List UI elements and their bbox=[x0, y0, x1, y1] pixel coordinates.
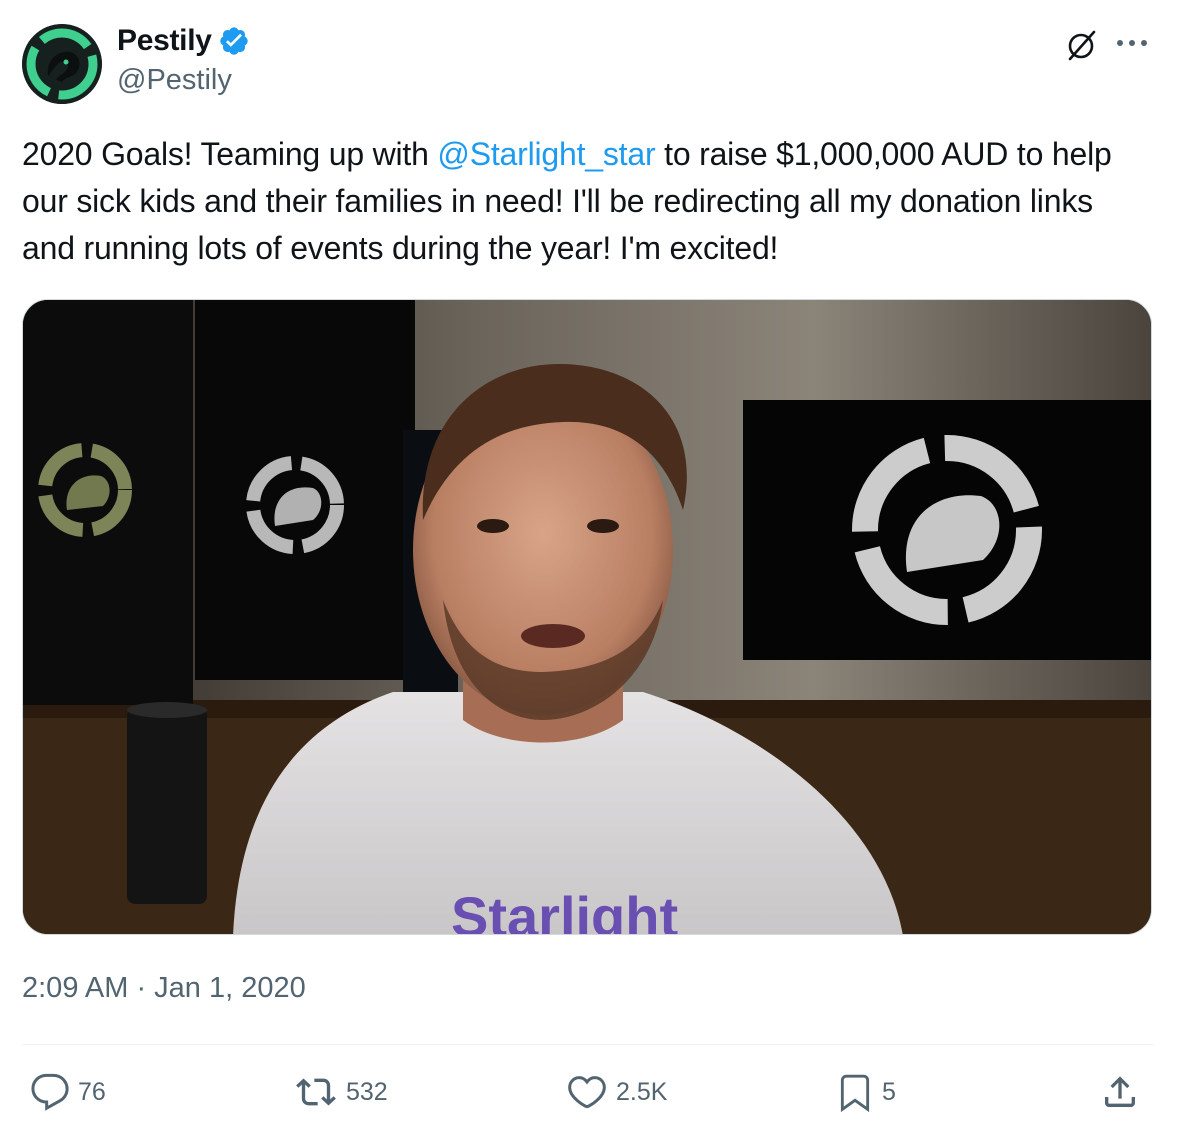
media-video[interactable]: Starlight bbox=[22, 299, 1152, 935]
bookmark-button[interactable]: 5 bbox=[836, 1070, 896, 1114]
grok-icon[interactable] bbox=[1064, 28, 1098, 62]
pestily-logo-icon bbox=[22, 24, 102, 104]
reply-count: 76 bbox=[78, 1077, 106, 1106]
divider bbox=[22, 1044, 1154, 1045]
mention-link[interactable]: @Starlight_star bbox=[437, 136, 655, 172]
bookmark-count: 5 bbox=[882, 1077, 896, 1106]
display-name[interactable]: Pestily bbox=[117, 24, 212, 58]
like-button[interactable]: 2.5K bbox=[566, 1070, 667, 1114]
timestamp[interactable]: 2:09 AM · Jan 1, 2020 bbox=[22, 972, 306, 1005]
share-button[interactable] bbox=[1100, 1070, 1140, 1114]
more-options-icon[interactable] bbox=[1114, 32, 1150, 54]
tweet-text-part: 2020 Goals! Teaming up with bbox=[22, 136, 438, 172]
bookmark-icon bbox=[836, 1071, 874, 1113]
retweet-icon bbox=[294, 1072, 338, 1112]
share-icon bbox=[1100, 1071, 1140, 1113]
avatar[interactable] bbox=[22, 24, 102, 104]
retweet-count: 532 bbox=[346, 1077, 388, 1106]
reply-icon bbox=[30, 1072, 70, 1112]
tweet-text: 2020 Goals! Teaming up with @Starlight_s… bbox=[22, 131, 1152, 272]
handle[interactable]: @Pestily bbox=[117, 64, 250, 97]
verified-badge-icon bbox=[218, 25, 250, 57]
shirt-text: Starlight bbox=[451, 885, 678, 935]
like-count: 2.5K bbox=[616, 1077, 668, 1106]
heart-icon bbox=[566, 1072, 608, 1112]
reply-button[interactable]: 76 bbox=[30, 1070, 106, 1114]
tweet-card: Pestily @Pestily 2020 Goals! Teaming up … bbox=[0, 0, 1178, 1132]
author-info: Pestily @Pestily bbox=[117, 22, 250, 97]
retweet-button[interactable]: 532 bbox=[294, 1070, 388, 1114]
video-thumbnail: Starlight bbox=[23, 300, 1151, 935]
